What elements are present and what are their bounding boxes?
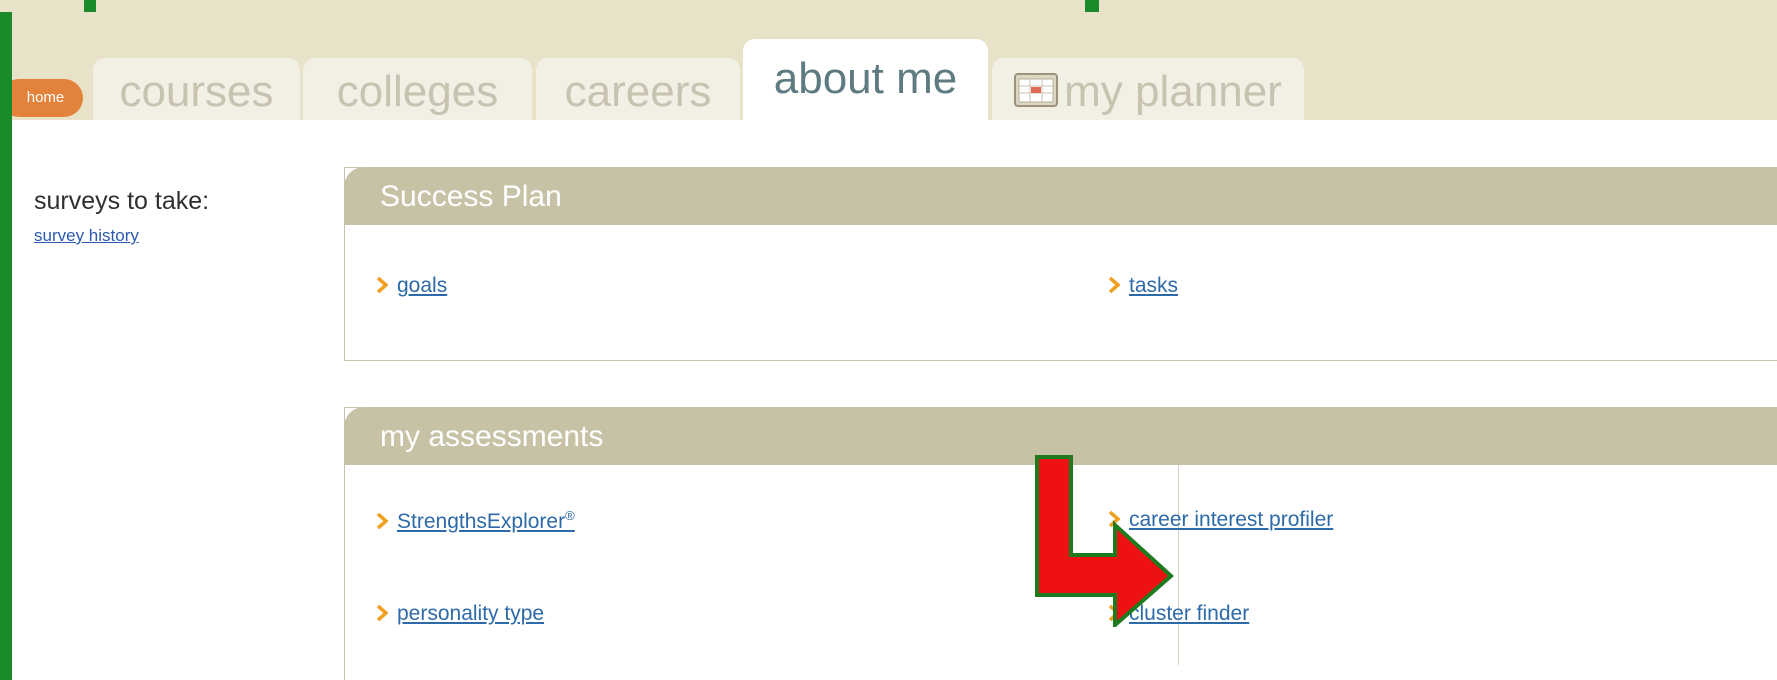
surveys-heading: surveys to take: [34, 187, 210, 215]
tasks-label: tasks [1129, 274, 1179, 297]
red-arrow-icon [1035, 455, 1175, 627]
chevron-right-icon [377, 277, 388, 293]
calendar-icon [1014, 73, 1059, 108]
goals-link[interactable]: goals [377, 274, 447, 298]
chevron-right-icon [1109, 277, 1120, 293]
strengths-explorer-label: StrengthsExplorer [397, 510, 566, 533]
main-panel: home courses colleges careers about me m… [12, 12, 1777, 680]
tab-bar: home courses colleges careers about me m… [12, 12, 1777, 120]
tab-my-planner-label: my planner [1064, 67, 1282, 116]
frame-top-right [1099, 0, 1777, 12]
strengths-explorer-link[interactable]: StrengthsExplorer® [377, 508, 575, 534]
column-divider [1178, 465, 1179, 665]
home-button[interactable]: home [12, 79, 83, 117]
tab-about-me[interactable]: about me [743, 39, 988, 120]
survey-history-link[interactable]: survey history [34, 226, 139, 246]
personality-type-link[interactable]: personality type [377, 602, 544, 626]
chevron-right-icon [377, 513, 388, 529]
success-plan-header: Success Plan [344, 167, 1777, 225]
frame-top-middle [96, 0, 1085, 12]
personality-type-label: personality type [397, 602, 545, 625]
registered-mark: ® [565, 508, 575, 523]
tab-careers[interactable]: careers [536, 58, 740, 120]
tab-courses[interactable]: courses [93, 58, 300, 120]
chevron-right-icon [377, 605, 388, 621]
tab-colleges[interactable]: colleges [303, 58, 532, 120]
success-plan-section: Success Plan goals tasks [344, 167, 1777, 361]
goals-label: goals [397, 274, 448, 297]
tasks-link[interactable]: tasks [1109, 274, 1178, 298]
tab-my-planner[interactable]: my planner [992, 58, 1304, 120]
frame-top-left [0, 0, 84, 12]
